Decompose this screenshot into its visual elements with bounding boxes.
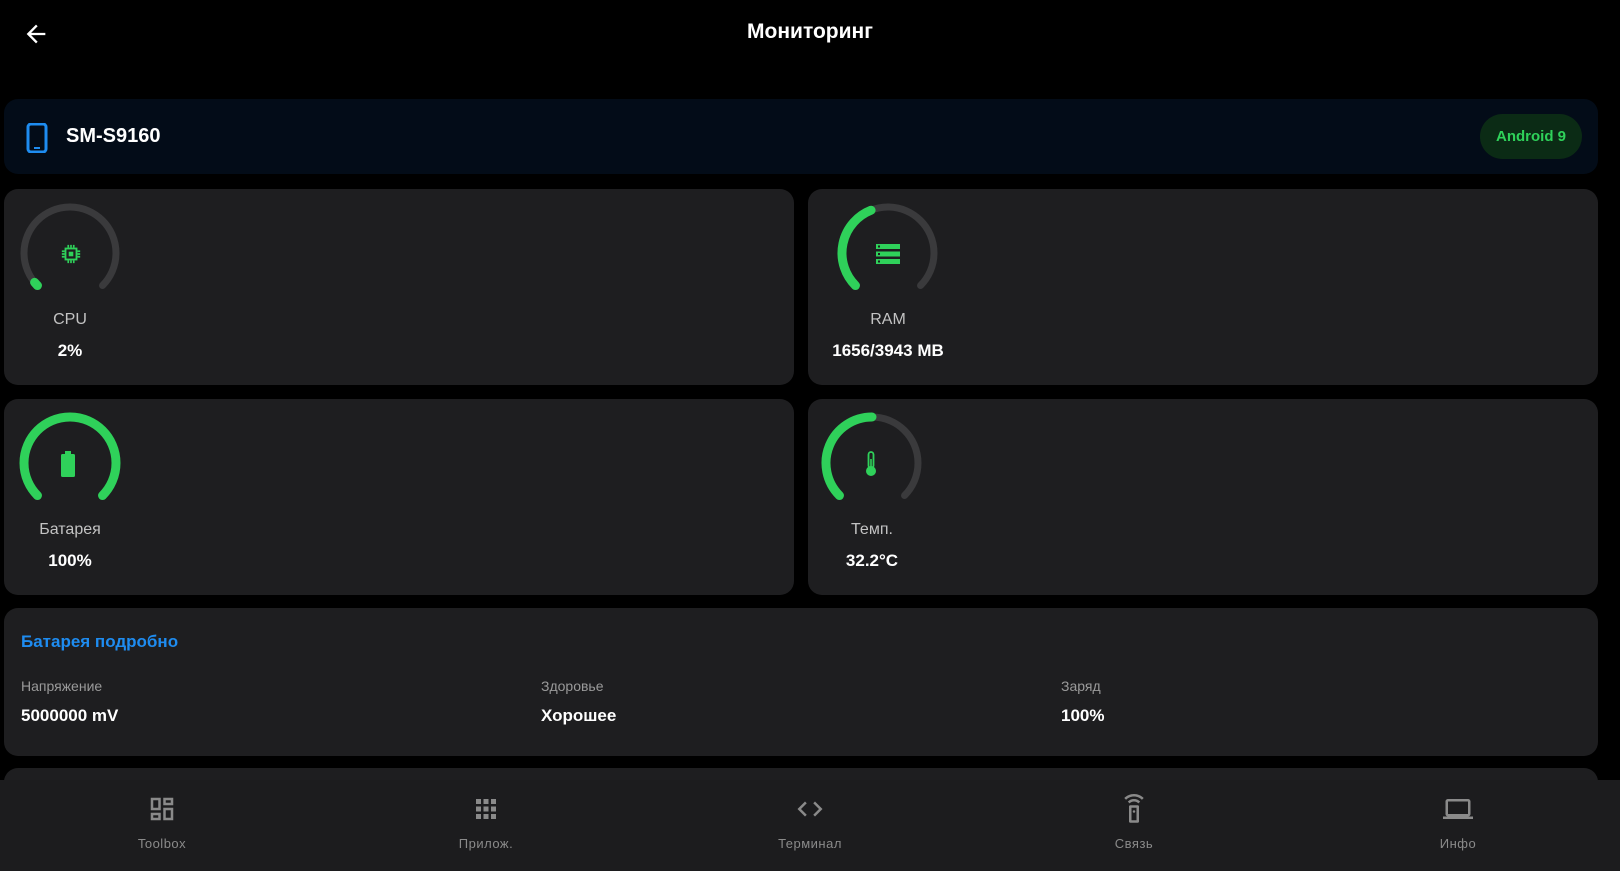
temperature-card: Темп. 32.2°C bbox=[808, 399, 1598, 595]
ram-value: 1656/3943 MB bbox=[832, 341, 944, 360]
device-info-card: SM-S9160 Android 9 bbox=[4, 99, 1598, 174]
battery-charge: Заряд 100% bbox=[1061, 678, 1561, 726]
top-app-bar: Мониторинг bbox=[0, 0, 1620, 66]
nav-label-toolbox: Toolbox bbox=[137, 836, 187, 851]
code-icon bbox=[797, 801, 823, 817]
cpu-card: CPU 2% bbox=[4, 189, 794, 385]
battery-health-value: Хорошее bbox=[541, 706, 617, 725]
battery-icon bbox=[61, 451, 75, 477]
ram-label: RAM bbox=[870, 311, 906, 328]
cpu-value: 2% bbox=[57, 341, 83, 360]
memory-icon bbox=[876, 244, 900, 264]
apps-grid-icon bbox=[476, 799, 496, 819]
ram-card: RAM 1656/3943 MB bbox=[808, 189, 1598, 385]
nav-item-info[interactable]: Инфо bbox=[1296, 780, 1620, 871]
battery-card: Батарея 100% bbox=[4, 399, 794, 595]
battery-label: Батарея bbox=[39, 521, 101, 538]
battery-voltage-label: Напряжение bbox=[21, 678, 103, 694]
nav-label-terminal: Терминал bbox=[778, 836, 842, 851]
nav-item-connection[interactable]: Связь bbox=[972, 780, 1296, 871]
next-card-partial bbox=[4, 768, 1598, 780]
nav-item-toolbox[interactable]: Toolbox bbox=[0, 780, 324, 871]
battery-health: Здоровье Хорошее bbox=[541, 678, 1041, 726]
nav-label-connection: Связь bbox=[1114, 836, 1154, 851]
smartphone-icon bbox=[26, 123, 48, 153]
remote-icon bbox=[1124, 794, 1144, 823]
content-scroll-area[interactable]: SM-S9160 Android 9 CPU 2% RAM 1656/3943 … bbox=[0, 66, 1620, 780]
laptop-icon bbox=[1443, 799, 1473, 819]
bottom-navigation: Toolbox Прилож. Терминал Связь Инфо bbox=[0, 780, 1620, 871]
temperature-value: 32.2°C bbox=[845, 551, 899, 570]
nav-item-terminal[interactable]: Терминал bbox=[648, 780, 972, 871]
battery-voltage-value: 5000000 mV bbox=[21, 706, 119, 725]
page-title: Мониторинг bbox=[747, 20, 873, 43]
battery-charge-value: 100% bbox=[1061, 706, 1105, 725]
battery-voltage: Напряжение 5000000 mV bbox=[21, 678, 521, 726]
cpu-label: CPU bbox=[53, 311, 87, 328]
android-version-badge: Android 9 bbox=[1480, 114, 1582, 159]
dashboard-icon bbox=[150, 797, 174, 821]
device-model: SM-S9160 bbox=[66, 125, 161, 147]
nav-label-info: Инфо bbox=[1439, 836, 1477, 851]
cpu-chip-icon bbox=[61, 244, 81, 264]
battery-details-title: Батарея подробно bbox=[21, 632, 179, 651]
temperature-label: Темп. bbox=[851, 521, 893, 538]
nav-label-apps: Прилож. bbox=[458, 836, 514, 851]
battery-health-label: Здоровье bbox=[541, 678, 604, 694]
battery-charge-label: Заряд bbox=[1061, 678, 1101, 694]
battery-value: 100% bbox=[48, 551, 92, 570]
nav-item-apps[interactable]: Прилож. bbox=[324, 780, 648, 871]
thermometer-icon bbox=[866, 451, 876, 476]
battery-details-card: Батарея подробно Напряжение 5000000 mV З… bbox=[4, 608, 1598, 756]
